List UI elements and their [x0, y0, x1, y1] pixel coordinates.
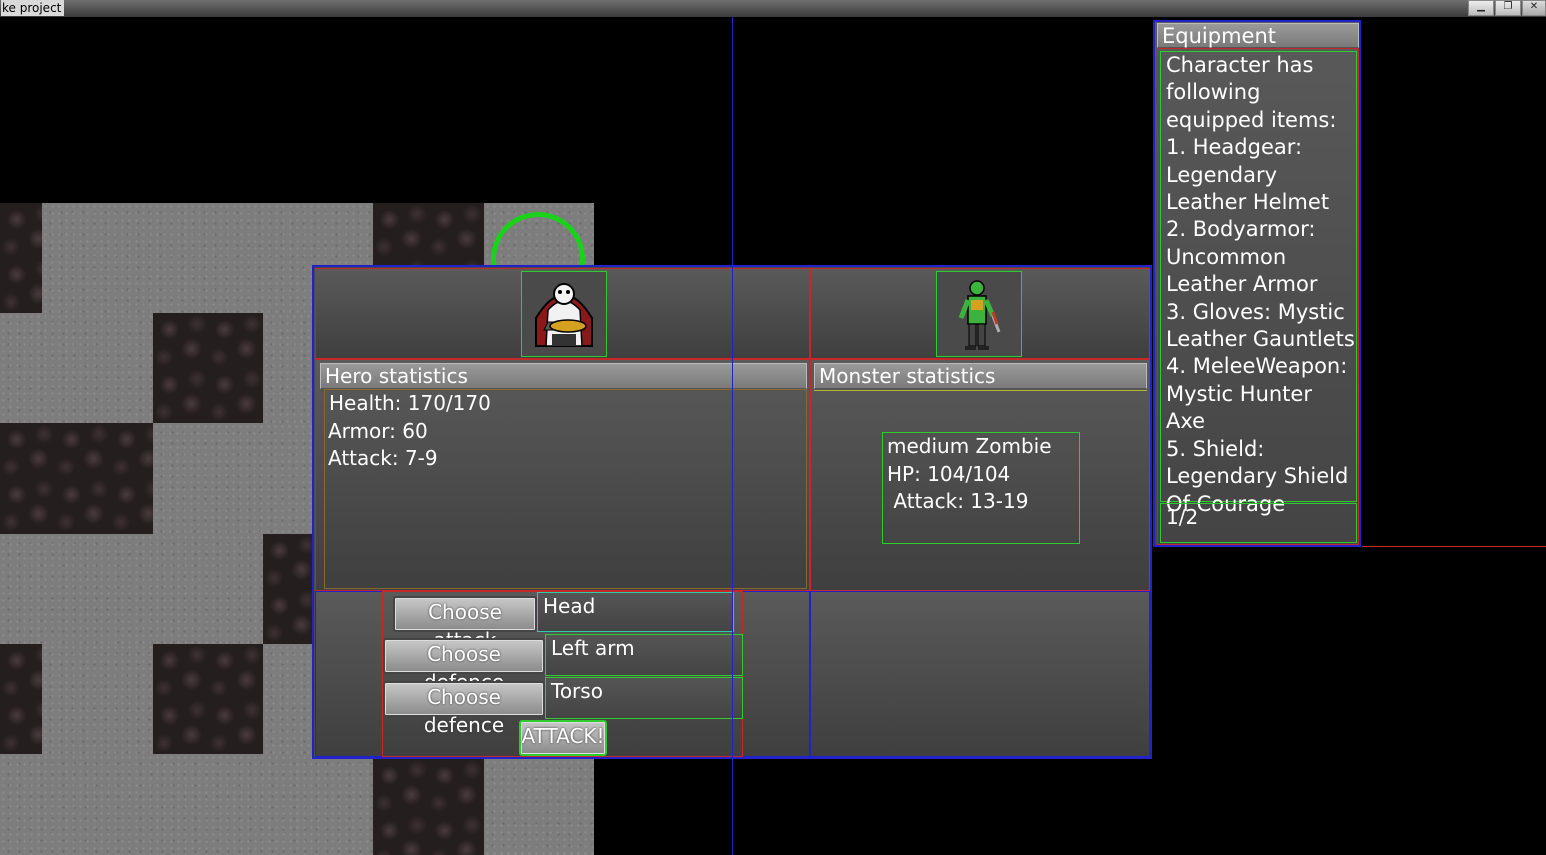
monster-controls-panel	[810, 591, 1150, 757]
hero-stats-box: Health: 170/170 Armor: 60 Attack: 7-9	[324, 389, 807, 589]
equipment-header: Equipment	[1157, 23, 1359, 48]
hero-attack: Attack: 7-9	[328, 446, 438, 470]
close-button[interactable]: ✕	[1522, 0, 1546, 16]
floor-tile[interactable]	[0, 313, 153, 423]
debug-vertical-line	[732, 17, 733, 855]
hero-portrait	[521, 271, 607, 357]
floor-tile[interactable]	[263, 644, 313, 754]
hero-armor: Armor: 60	[328, 418, 428, 443]
attack-button[interactable]: ATTACK!	[519, 720, 607, 756]
floor-tile[interactable]	[263, 313, 313, 423]
attack-target-field[interactable]: Head	[537, 592, 734, 632]
window-titlebar: ke project ▁ ❐ ✕	[0, 0, 1546, 17]
monster-stats-panel: Monster statistics medium Zombie HP: 104…	[810, 359, 1150, 591]
choose-attack-button[interactable]: Choose attack	[393, 596, 537, 652]
minimize-button[interactable]: ▁	[1468, 0, 1494, 16]
defence-target-field-2[interactable]: Torso	[545, 677, 743, 719]
monster-hp: HP: 104/104	[887, 461, 1011, 486]
floor-tile[interactable]	[153, 423, 313, 534]
monster-stats-header: Monster statistics	[814, 363, 1147, 389]
equipment-list-box[interactable]: Character has following equipped items: …	[1160, 51, 1357, 516]
equipment-list-text: Character has following equipped items: …	[1166, 53, 1355, 516]
choose-defence-button-1[interactable]: Choose defence	[383, 638, 545, 694]
wall-tile	[153, 644, 263, 754]
monster-attack: Attack: 13-19	[887, 489, 1029, 513]
wall-tile	[0, 644, 42, 754]
hero-stats-header: Hero statistics	[320, 363, 807, 389]
choose-defence-button-2[interactable]: Choose defence	[383, 681, 545, 737]
wall-tile	[0, 203, 42, 313]
monster-info-box: medium Zombie HP: 104/104 Attack: 13-19	[882, 432, 1080, 544]
debug-horizontal-line	[1362, 546, 1546, 547]
wall-tile	[153, 313, 263, 423]
monster-stats-divider	[814, 390, 1147, 391]
floor-tile[interactable]	[0, 754, 373, 855]
floor-tile[interactable]	[42, 644, 153, 754]
window-title: ke project	[1, 0, 65, 16]
hero-stats-panel: Hero statistics Health: 170/170 Armor: 6…	[315, 359, 810, 591]
floor-tile[interactable]	[484, 759, 594, 855]
maximize-button[interactable]: ❐	[1495, 0, 1521, 16]
zombie-icon	[958, 280, 1001, 350]
wall-tile	[373, 203, 484, 265]
defence-target-field-1[interactable]: Left arm	[545, 634, 743, 676]
hero-health: Health: 170/170	[329, 391, 491, 415]
hero-icon	[535, 283, 593, 347]
equipment-pager[interactable]: 1/2	[1160, 503, 1357, 543]
monster-portrait	[936, 271, 1022, 357]
equipment-window: Equipment Character has following equipp…	[1153, 20, 1361, 547]
wall-tile	[0, 423, 153, 534]
wall-tile	[263, 534, 313, 644]
monster-name: medium Zombie	[887, 434, 1052, 458]
wall-tile	[373, 759, 484, 855]
floor-tile[interactable]	[0, 534, 263, 644]
equipment-page-indicator: 1/2	[1166, 505, 1199, 529]
